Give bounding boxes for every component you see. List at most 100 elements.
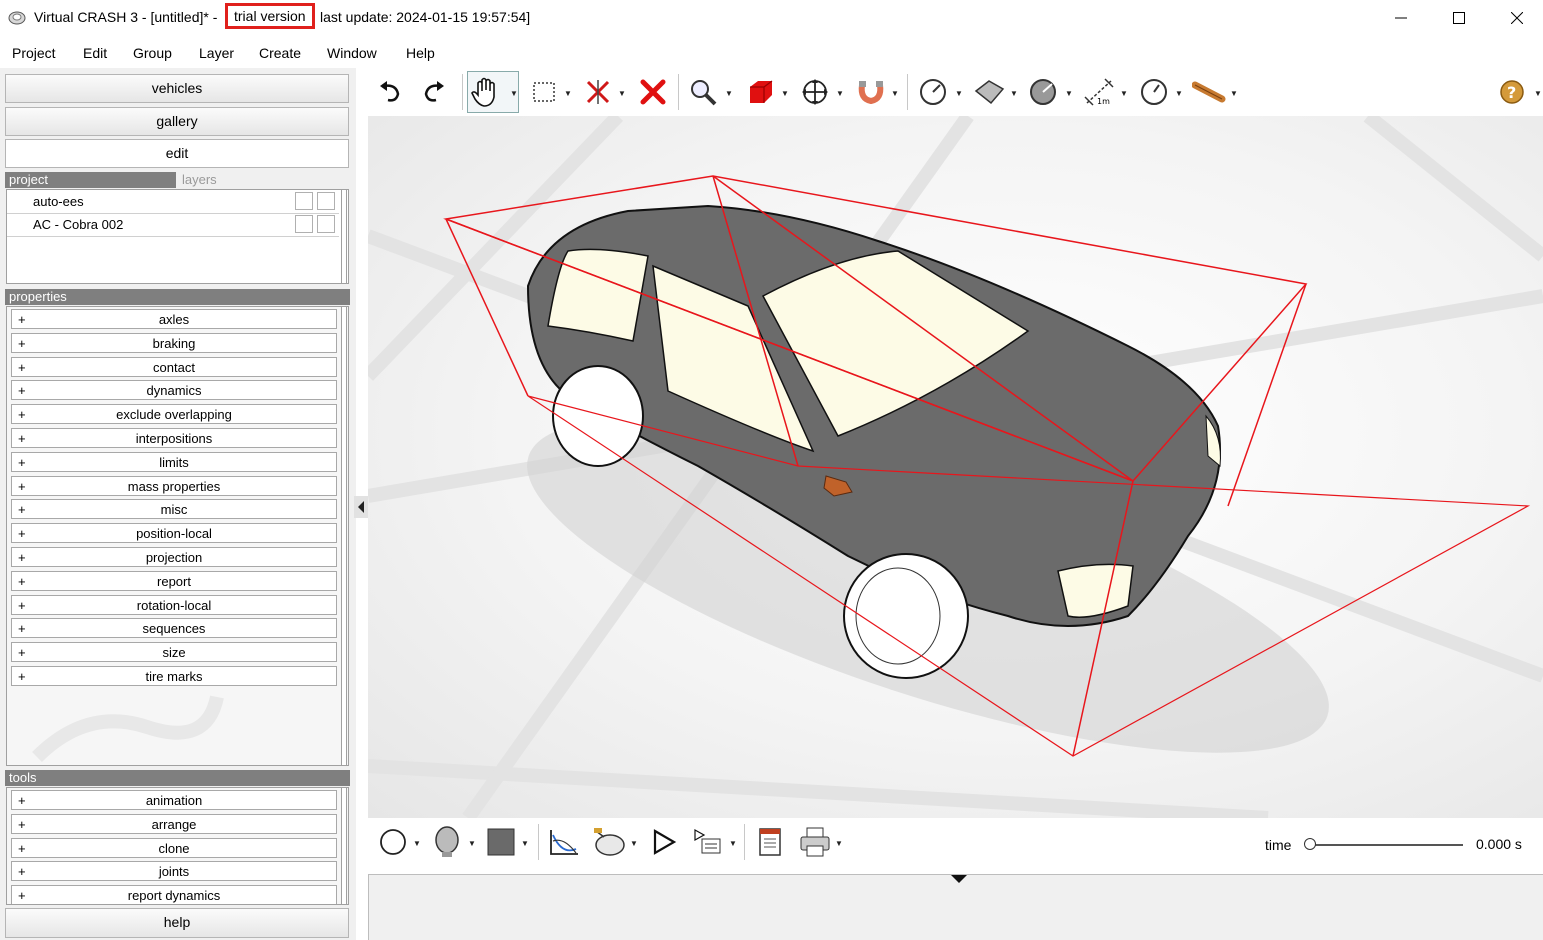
property-row-interpositions[interactable]: + interpositions [11,428,337,448]
property-row-rotation-local[interactable]: + rotation-local [11,594,337,615]
property-row-size[interactable]: + size [11,642,337,663]
speed-gauge-button[interactable] [918,76,948,108]
dropdown-arrow-icon[interactable]: ▼ [510,89,518,98]
clock-button[interactable] [1139,76,1169,108]
split-button[interactable] [584,76,612,108]
sphere-button[interactable] [378,826,408,858]
dropdown-arrow-icon[interactable]: ▼ [630,839,638,848]
dropdown-arrow-icon[interactable]: ▼ [891,89,899,98]
tool-row-animation[interactable]: + animation [11,790,337,810]
dropdown-arrow-icon[interactable]: ▼ [1120,89,1128,98]
dropdown-arrow-icon[interactable]: ▼ [835,839,843,848]
report-button[interactable] [756,826,784,858]
menu-edit[interactable]: Edit [83,45,107,61]
dropdown-arrow-icon[interactable]: ▼ [1010,89,1018,98]
menu-window[interactable]: Window [327,45,377,61]
dropdown-arrow-icon[interactable]: ▼ [1230,89,1238,98]
project-item[interactable]: auto-ees [7,190,339,214]
camera-button[interactable] [592,826,628,858]
vehicle-model[interactable] [526,204,1221,679]
dropdown-arrow-icon[interactable]: ▼ [468,839,476,848]
tool-row-clone[interactable]: + clone [11,837,337,858]
tool-row-report-dynamics[interactable]: + report dynamics [11,885,337,904]
property-row-tire-marks[interactable]: + tire marks [11,666,337,686]
close-button[interactable] [1488,0,1543,36]
help-toolbar-button[interactable]: ? [1498,76,1526,108]
angle-button[interactable] [1028,76,1058,108]
surface-button[interactable] [973,76,1005,108]
property-row-misc[interactable]: + misc [11,499,337,520]
properties-scrollbar[interactable] [341,307,347,765]
dropdown-arrow-icon[interactable]: ▼ [521,839,529,848]
select-rect-button[interactable] [531,76,557,108]
zoom-button[interactable] [688,76,718,108]
dropdown-arrow-icon[interactable]: ▼ [836,89,844,98]
dropdown-arrow-icon[interactable]: ▼ [1534,89,1542,98]
edit-button[interactable]: edit [5,139,349,168]
property-row-braking[interactable]: + braking [11,332,337,353]
collapse-panel-icon[interactable] [354,496,368,518]
property-row-axles[interactable]: + axles [11,309,337,329]
menu-create[interactable]: Create [259,45,301,61]
3d-viewport[interactable] [368,116,1543,818]
dropdown-arrow-icon[interactable]: ▼ [725,89,733,98]
maximize-button[interactable] [1430,0,1488,36]
project-item[interactable]: AC - Cobra 002 [7,213,339,237]
visibility-checkbox[interactable] [295,215,313,233]
delete-button[interactable] [638,76,668,108]
property-row-position-local[interactable]: + position-local [11,523,337,544]
tools-scrollbar[interactable] [341,788,347,904]
lock-checkbox[interactable] [317,215,335,233]
tab-project[interactable]: project [5,172,176,188]
head-button[interactable] [432,826,462,858]
expand-timeline-icon[interactable] [949,873,969,885]
play-button[interactable] [650,826,678,858]
tab-layers[interactable]: layers [176,172,350,188]
property-row-dynamics[interactable]: + dynamics [11,380,337,401]
dropdown-arrow-icon[interactable]: ▼ [618,89,626,98]
dropdown-arrow-icon[interactable]: ▼ [955,89,963,98]
property-row-report[interactable]: + report [11,570,337,591]
tool-row-joints[interactable]: + joints [11,861,337,882]
time-slider[interactable] [1304,838,1463,850]
scene-canvas[interactable] [368,116,1543,818]
video-list-button[interactable] [692,826,724,858]
graph-button[interactable] [548,826,580,858]
measure-button[interactable]: 1m [1083,76,1115,108]
print-button[interactable] [798,826,832,858]
menu-help[interactable]: Help [406,45,435,61]
dropdown-arrow-icon[interactable]: ▼ [729,839,737,848]
vehicles-button[interactable]: vehicles [5,74,349,103]
property-row-projection[interactable]: + projection [11,547,337,567]
property-label: dynamics [146,383,202,399]
property-row-limits[interactable]: + limits [11,451,337,472]
box-object-button[interactable] [746,76,776,108]
magnet-button[interactable] [856,76,886,108]
tool-row-arrange[interactable]: + arrange [11,813,337,834]
property-row-contact[interactable]: + contact [11,356,337,377]
gallery-button[interactable]: gallery [5,107,349,136]
dropdown-arrow-icon[interactable]: ▼ [781,89,789,98]
move-button[interactable] [800,76,830,108]
lock-checkbox[interactable] [317,192,335,210]
project-scrollbar[interactable] [341,190,347,283]
property-row-exclude-overlapping[interactable]: + exclude overlapping [11,404,337,425]
color-button[interactable] [486,826,516,858]
timeline-panel[interactable] [368,874,1543,940]
dropdown-arrow-icon[interactable]: ▼ [1065,89,1073,98]
menu-layer[interactable]: Layer [199,45,234,61]
dropdown-arrow-icon[interactable]: ▼ [564,89,572,98]
time-slider-thumb[interactable] [1304,838,1316,850]
property-row-mass-properties[interactable]: + mass properties [11,475,337,496]
minimize-button[interactable] [1372,0,1430,36]
dropdown-arrow-icon[interactable]: ▼ [1175,89,1183,98]
ruler-tool-button[interactable] [1192,76,1228,108]
help-button[interactable]: help [5,908,349,938]
menu-group[interactable]: Group [133,45,172,61]
dropdown-arrow-icon[interactable]: ▼ [413,839,421,848]
undo-button[interactable] [376,76,404,108]
property-row-sequences[interactable]: + sequences [11,618,337,639]
menu-project[interactable]: Project [12,45,56,61]
visibility-checkbox[interactable] [295,192,313,210]
redo-button[interactable] [420,76,448,108]
